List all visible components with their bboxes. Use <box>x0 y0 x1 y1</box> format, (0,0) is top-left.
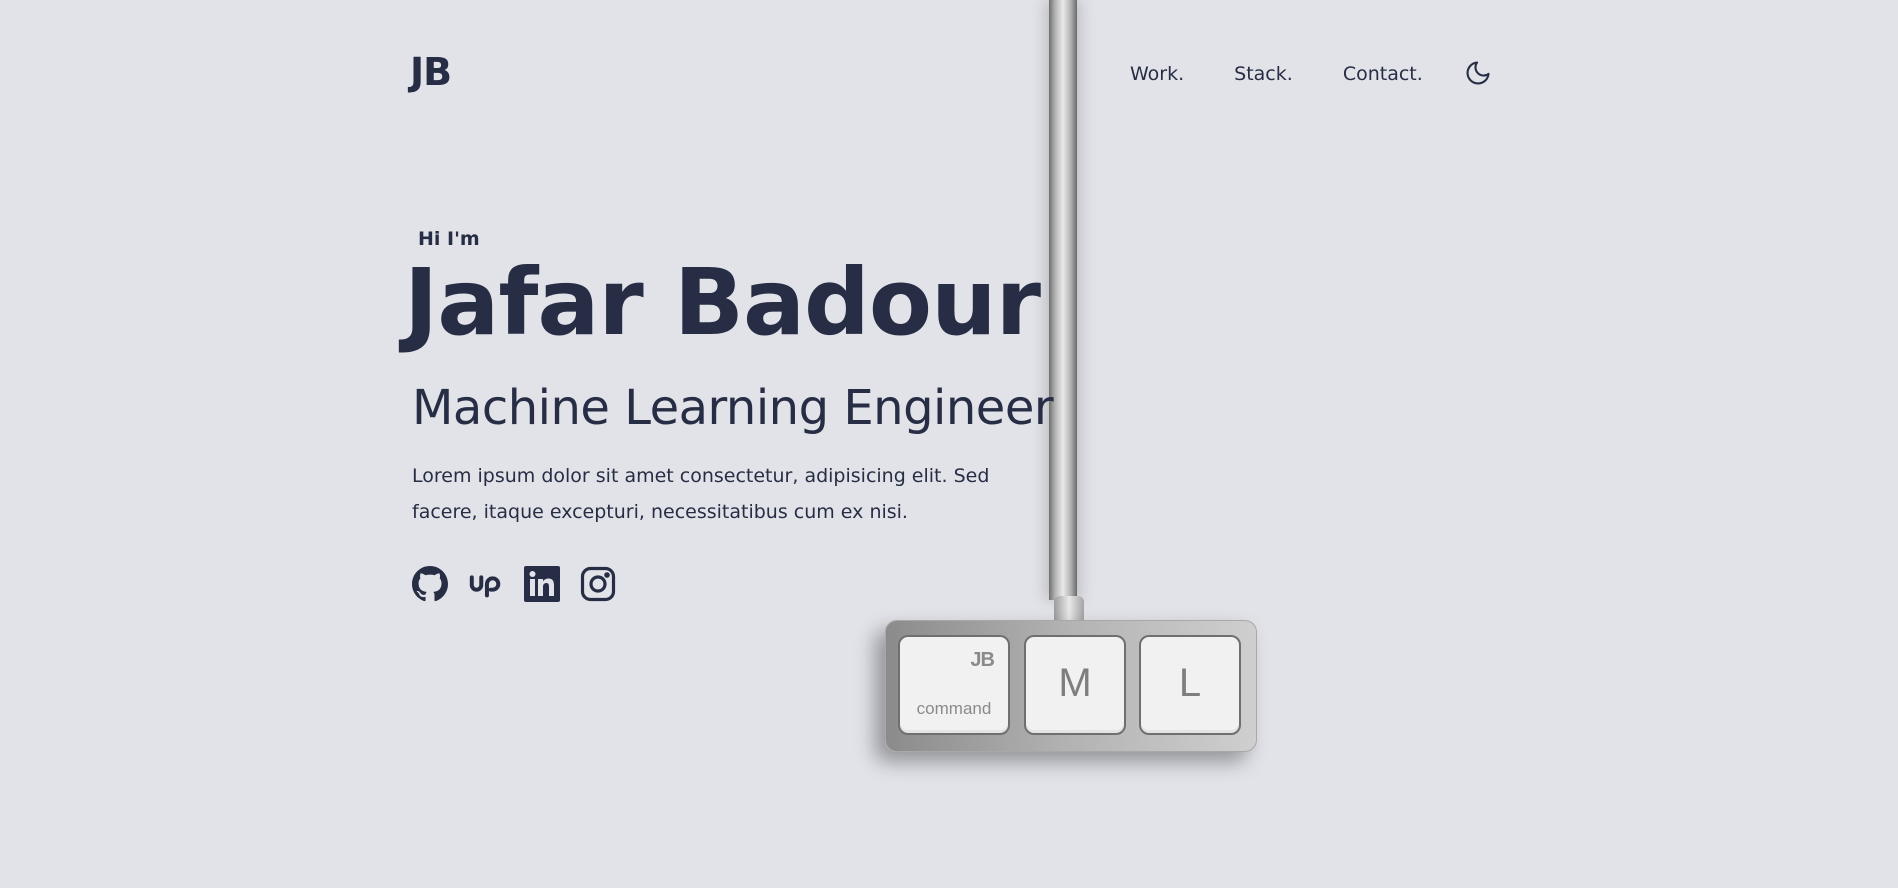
github-link[interactable] <box>412 566 448 602</box>
l-key-label: L <box>1178 661 1202 705</box>
linkedin-icon <box>524 566 560 602</box>
l-key[interactable]: L <box>1139 635 1241 735</box>
main-nav: Work. Stack. Contact. <box>1130 60 1493 88</box>
m-key-label: M <box>1058 661 1092 705</box>
instagram-icon <box>580 566 616 602</box>
nav-contact[interactable]: Contact. <box>1343 63 1423 85</box>
site-logo[interactable]: JB <box>410 50 452 94</box>
upwork-icon <box>469 575 501 598</box>
keyboard-cable <box>1049 0 1077 600</box>
command-key-label: command <box>916 699 992 718</box>
m-key[interactable]: M <box>1024 635 1126 735</box>
nav-stack[interactable]: Stack. <box>1234 63 1293 85</box>
moon-icon <box>1466 61 1490 85</box>
github-icon <box>412 566 448 602</box>
hero-bio: Lorem ipsum dolor sit amet consectetur, … <box>412 465 990 523</box>
cable-connector <box>1054 596 1084 622</box>
social-links <box>412 566 616 602</box>
linkedin-link[interactable] <box>524 566 560 602</box>
page: JB Work. Stack. Contact. Hi I'm Jafar Ba… <box>0 0 1898 888</box>
upwork-link[interactable] <box>468 566 504 602</box>
hero-name: Jafar Badour <box>404 249 1041 356</box>
ml-keyboard: JB command M L <box>885 620 1257 752</box>
nav-work[interactable]: Work. <box>1130 63 1184 85</box>
key-logo: JB <box>970 649 995 671</box>
theme-toggle-button[interactable] <box>1463 58 1493 88</box>
instagram-link[interactable] <box>580 566 616 602</box>
hero-greeting: Hi I'm <box>418 228 480 250</box>
hero-role: Machine Learning Engineer <box>412 380 1054 436</box>
command-key[interactable]: JB command <box>898 635 1010 735</box>
